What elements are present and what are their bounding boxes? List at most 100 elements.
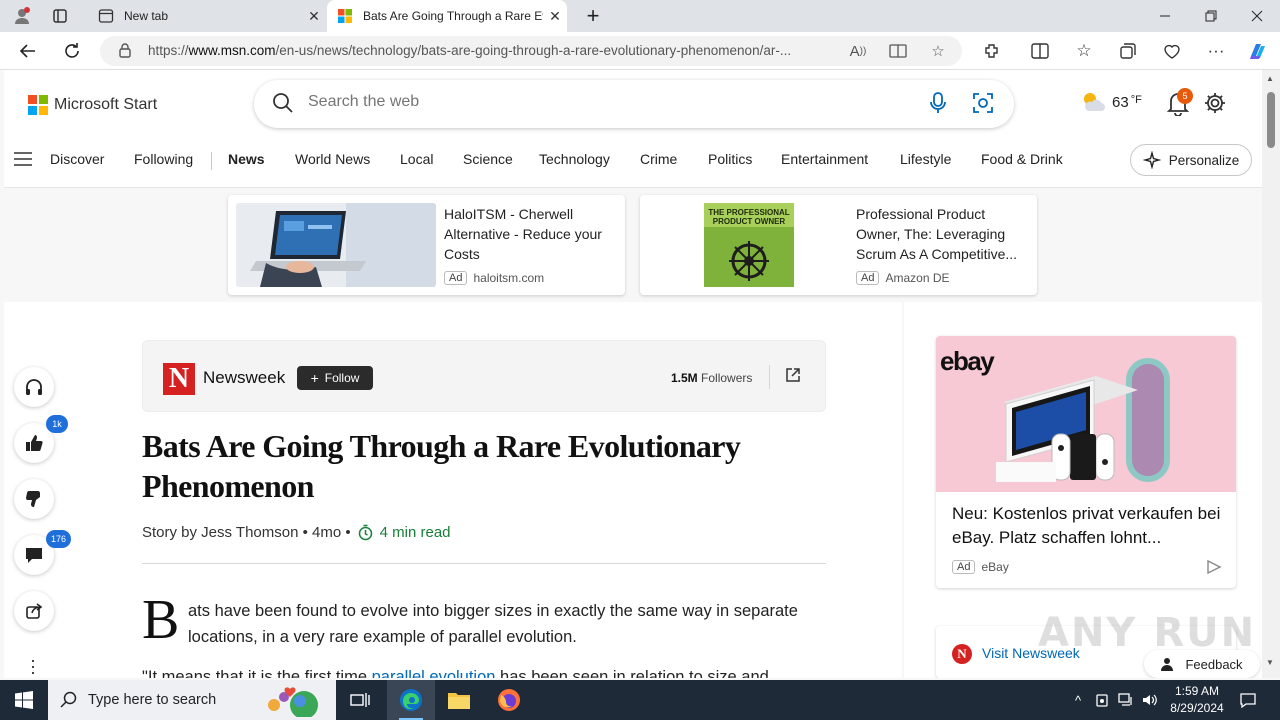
new-tab-button[interactable]: + <box>570 0 616 32</box>
share-button[interactable] <box>14 591 54 631</box>
ad-title[interactable]: HaloITSM - Cherwell Alternative - Reduce… <box>444 204 616 264</box>
taskbar-search[interactable]: Type here to search <box>48 680 336 720</box>
volume-icon[interactable] <box>1140 690 1160 710</box>
task-view-icon <box>350 693 370 707</box>
browser-tab-bar: New tab ✕ Bats Are Going Through a Rare … <box>0 0 1280 32</box>
read-aloud-icon[interactable]: A)) <box>846 40 870 62</box>
close-window-button[interactable] <box>1234 0 1280 32</box>
back-button[interactable] <box>14 38 42 64</box>
open-external-icon[interactable] <box>785 367 801 383</box>
follow-button[interactable]: + Follow <box>297 366 373 390</box>
start-button[interactable] <box>0 680 48 720</box>
nav-world-news[interactable]: World News <box>295 151 370 167</box>
newsweek-logo[interactable]: N <box>163 363 195 395</box>
page-scrollbar[interactable]: ▲ ▼ <box>1262 70 1280 678</box>
dislike-button[interactable] <box>14 479 54 519</box>
restore-button[interactable] <box>1188 0 1234 32</box>
url-field[interactable]: https://www.msn.com/en-us/news/technolog… <box>100 36 962 66</box>
nav-politics[interactable]: Politics <box>708 151 752 167</box>
refresh-button[interactable] <box>58 38 86 64</box>
profile-icon[interactable] <box>2 0 42 32</box>
search-box[interactable] <box>254 80 1014 128</box>
scroll-thumb[interactable] <box>1267 92 1275 148</box>
task-view-button[interactable] <box>336 680 384 720</box>
ad-card-amazon[interactable]: THE PROFESSIONAL PRODUCT OWNER Professio… <box>640 195 1037 295</box>
copilot-icon[interactable] <box>1244 38 1272 64</box>
minimize-button[interactable] <box>1142 0 1188 32</box>
network-icon[interactable] <box>1116 690 1136 710</box>
more-options-icon[interactable]: ··· <box>1202 38 1230 64</box>
system-clock[interactable]: 1:59 AM 8/29/2024 <box>1162 683 1232 717</box>
microphone-icon[interactable] <box>930 92 946 119</box>
visual-search-icon[interactable] <box>972 92 994 119</box>
tab-new-tab[interactable]: New tab ✕ <box>88 0 326 32</box>
read-time-label: 4 min read <box>379 524 451 541</box>
taskbar-firefox[interactable] <box>485 680 533 720</box>
ad-image-laptop <box>236 203 436 287</box>
headphones-icon <box>26 379 42 395</box>
split-screen-icon[interactable] <box>1026 38 1054 64</box>
ebay-logo: ebay <box>940 346 995 376</box>
url-scheme: https:// <box>148 43 189 58</box>
scroll-up-arrow-icon[interactable]: ▲ <box>1266 74 1274 83</box>
favorite-star-icon[interactable]: ☆ <box>926 40 950 62</box>
article-byline: Story by Jess Thomson • 4mo • 4 min read <box>142 524 451 541</box>
microsoft-start-logo[interactable]: Microsoft Start <box>28 95 157 115</box>
ad-title[interactable]: Professional Product Owner, The: Leverag… <box>856 204 1028 264</box>
listen-button[interactable] <box>14 367 54 407</box>
search-input[interactable] <box>308 93 868 111</box>
weather-widget[interactable]: 63 °F <box>1080 90 1142 114</box>
nav-local[interactable]: Local <box>400 151 433 167</box>
ad-source: eBay <box>981 560 1009 574</box>
security-icon[interactable] <box>1092 690 1112 710</box>
nav-food-drink[interactable]: Food & Drink <box>981 151 1063 167</box>
follow-label: Follow <box>324 371 360 385</box>
close-icon[interactable]: ✕ <box>543 8 567 25</box>
ad-meta: Ad Amazon DE <box>856 271 950 285</box>
byline-text: Story by Jess Thomson • 4mo • <box>142 524 351 541</box>
nav-divider <box>211 152 212 170</box>
ebay-ad-card[interactable]: ebay Neu: Kostenlos privat verkaufen bei… <box>936 336 1236 588</box>
scroll-down-arrow-icon[interactable]: ▼ <box>1266 658 1274 667</box>
publisher-name[interactable]: Newsweek <box>203 368 285 388</box>
nav-crime[interactable]: Crime <box>640 151 677 167</box>
browser-essentials-icon[interactable] <box>1158 38 1186 64</box>
ebay-ad-title[interactable]: Neu: Kostenlos privat verkaufen bei eBay… <box>952 502 1228 550</box>
address-bar-row: https://www.msn.com/en-us/news/technolog… <box>0 32 1280 70</box>
ad-card-haloitsm[interactable]: HaloITSM - Cherwell Alternative - Reduce… <box>228 195 625 295</box>
nav-discover[interactable]: Discover <box>50 151 104 167</box>
feedback-button[interactable]: Feedback <box>1144 650 1260 678</box>
personalize-button[interactable]: Personalize <box>1130 144 1252 176</box>
close-icon[interactable]: ✕ <box>302 8 326 25</box>
notifications-icon[interactable] <box>1238 690 1258 710</box>
search-highlight-icon <box>268 687 318 717</box>
nav-entertainment[interactable]: Entertainment <box>781 151 868 167</box>
tab-article[interactable]: Bats Are Going Through a Rare Evolutiona… <box>327 0 567 32</box>
extensions-icon[interactable] <box>978 38 1006 64</box>
tab-title: Bats Are Going Through a Rare Evolutiona… <box>363 9 543 23</box>
nav-science[interactable]: Science <box>463 151 513 167</box>
settings-gear-icon[interactable] <box>1204 92 1226 114</box>
show-hidden-icons-chevron-icon[interactable]: ^ <box>1068 690 1088 710</box>
immersive-reader-icon[interactable] <box>886 40 910 62</box>
followers-label: Followers <box>701 371 753 385</box>
nav-lifestyle[interactable]: Lifestyle <box>900 151 951 167</box>
vertical-dots-icon: ··· <box>24 658 44 676</box>
hamburger-menu-icon[interactable] <box>14 152 32 166</box>
lock-icon[interactable] <box>118 42 132 58</box>
favorites-icon[interactable]: ☆ <box>1070 38 1098 64</box>
url-domain: www.msn.com <box>188 43 276 58</box>
followers-number: 1.5M <box>671 371 698 385</box>
parallel-evolution-link[interactable]: parallel evolution <box>372 668 496 678</box>
ad-source: haloitsm.com <box>473 271 545 285</box>
nav-technology[interactable]: Technology <box>539 151 610 167</box>
tab-actions-icon[interactable] <box>40 0 80 32</box>
nav-following[interactable]: Following <box>134 151 193 167</box>
taskbar-edge[interactable] <box>387 680 435 720</box>
personalize-label: Personalize <box>1168 152 1240 168</box>
adchoices-icon[interactable] <box>1206 560 1222 574</box>
stopwatch-icon <box>358 524 372 541</box>
nav-news[interactable]: News <box>228 151 265 167</box>
collections-icon[interactable] <box>1114 38 1142 64</box>
taskbar-file-explorer[interactable] <box>435 680 483 720</box>
